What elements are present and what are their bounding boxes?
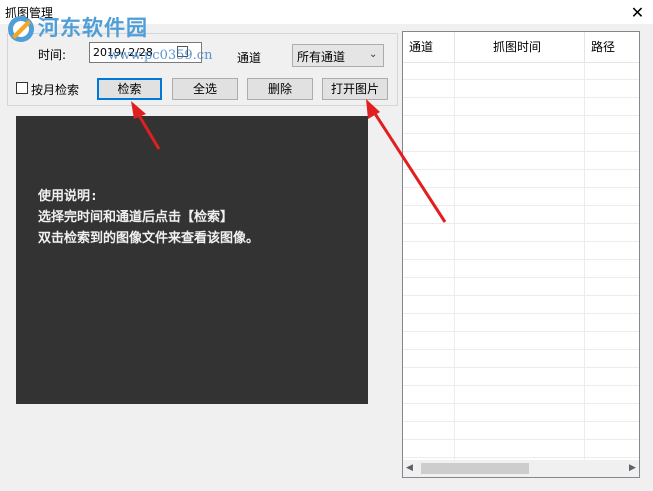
annotation-arrows <box>131 99 447 223</box>
arrow-to-open-image-button <box>366 99 447 223</box>
arrow-to-search-button <box>131 101 161 150</box>
